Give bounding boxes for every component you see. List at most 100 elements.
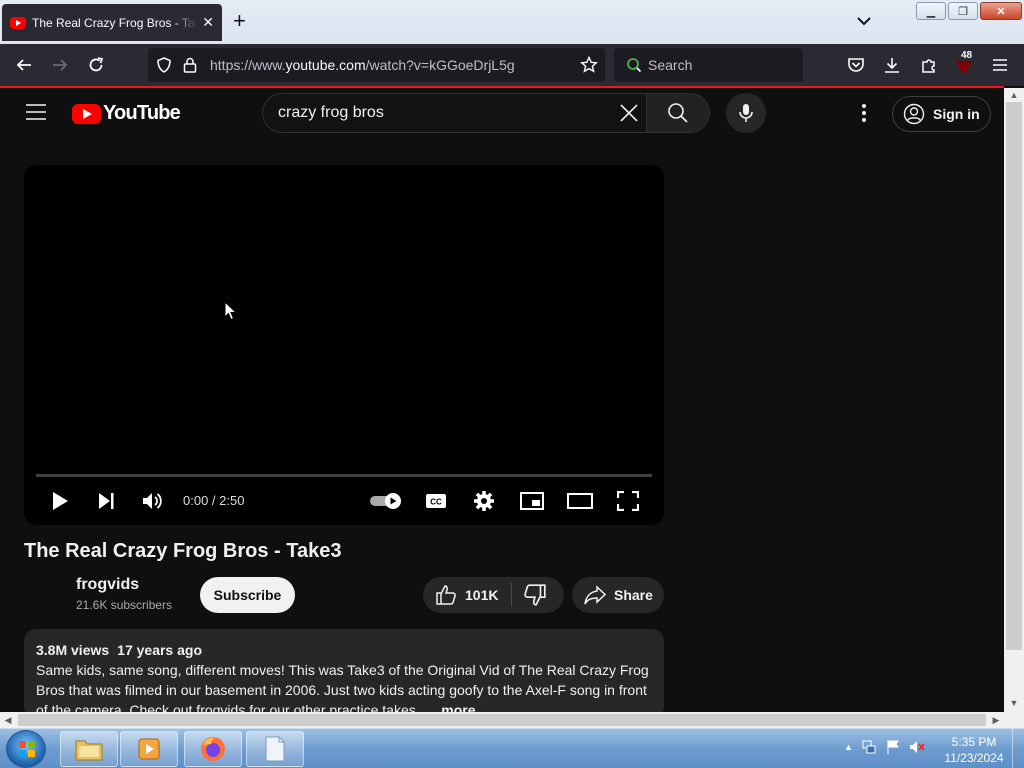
share-arrow-icon <box>584 585 606 605</box>
video-player[interactable]: 0:00 / 2:50 CC <box>24 165 664 525</box>
theater-mode-button[interactable] <box>565 487 595 515</box>
bookmark-star-icon[interactable] <box>580 56 598 74</box>
downloads-icon[interactable] <box>881 54 903 76</box>
firefox-icon <box>201 737 225 761</box>
like-button[interactable]: 101K <box>423 577 511 613</box>
like-count: 101K <box>465 587 499 603</box>
taskbar-firefox[interactable] <box>184 731 242 767</box>
volume-icon <box>143 493 162 509</box>
new-tab-icon[interactable]: + <box>233 9 246 33</box>
time-display: 0:00 / 2:50 <box>183 493 245 508</box>
clock-time: 5:35 PM <box>951 735 997 749</box>
guide-menu-icon[interactable] <box>26 104 46 120</box>
channel-avatar[interactable] <box>24 574 64 614</box>
mouse-cursor-icon <box>224 301 238 321</box>
system-tray: ▲ <box>844 739 925 755</box>
forward-icon[interactable] <box>49 54 71 76</box>
url-path: /watch?v=kGGoeDrjL5g <box>365 57 515 73</box>
horizontal-scroll-thumb[interactable] <box>18 714 986 726</box>
browser-search-placeholder: Search <box>648 57 693 73</box>
extensions-puzzle-icon[interactable] <box>918 54 940 76</box>
tab-close-icon[interactable]: ✕ <box>202 14 214 31</box>
settings-button[interactable] <box>470 487 498 515</box>
youtube-search-input[interactable] <box>278 104 598 122</box>
browser-search-bar[interactable]: Search <box>614 48 803 82</box>
list-all-tabs-icon[interactable] <box>855 12 873 30</box>
minimize-button[interactable]: ▁ <box>916 2 946 20</box>
miniplayer-icon <box>520 492 544 510</box>
account-circle-icon <box>903 103 925 125</box>
volume-muted-icon[interactable] <box>909 739 925 755</box>
show-desktop-button[interactable] <box>1012 729 1024 768</box>
youtube-masthead: YouTube Sign in <box>0 88 1004 140</box>
search-engine-icon <box>627 58 642 73</box>
address-bar[interactable]: https://www.youtube.com/watch?v=kGGoeDrj… <box>148 48 605 82</box>
search-icon <box>668 103 688 123</box>
upload-age: 17 years ago <box>117 642 202 658</box>
autoplay-toggle-icon <box>370 493 401 509</box>
youtube-logo-text: YouTube <box>103 102 181 124</box>
sign-in-button[interactable]: Sign in <box>892 96 991 132</box>
youtube-logo[interactable]: YouTube <box>72 102 181 125</box>
scroll-up-arrow-icon[interactable]: ▲ <box>1004 88 1024 102</box>
close-window-button[interactable]: ✕ <box>980 2 1022 20</box>
tracking-protection-shield-icon[interactable] <box>156 57 172 73</box>
clock-date: 11/23/2024 <box>944 751 1004 765</box>
url-text[interactable]: https://www.youtube.com/watch?v=kGGoeDrj… <box>210 57 515 73</box>
voice-search-button[interactable] <box>726 93 766 133</box>
scroll-left-arrow-icon[interactable]: ◀ <box>0 712 16 728</box>
restore-button[interactable]: ❐ <box>948 2 978 20</box>
vertical-scrollbar[interactable]: ▲ ▼ <box>1004 88 1024 712</box>
lock-icon[interactable] <box>182 56 198 74</box>
mute-button[interactable] <box>138 487 168 515</box>
settings-more-icon[interactable] <box>854 102 874 124</box>
subscribe-button[interactable]: Subscribe <box>200 577 295 613</box>
back-icon[interactable] <box>13 54 35 76</box>
clear-search-icon[interactable] <box>618 102 640 124</box>
share-button[interactable]: Share <box>572 577 664 613</box>
horizontal-scrollbar[interactable]: ◀ ▶ <box>0 712 1004 728</box>
play-button[interactable] <box>46 487 74 515</box>
windows-logo-icon <box>19 741 35 757</box>
taskbar-notepad[interactable] <box>246 731 304 767</box>
description-box[interactable]: 3.8M views 17 years ago Same kids, same s… <box>24 629 664 719</box>
thumbs-down-icon[interactable] <box>523 583 547 607</box>
closed-captions-icon: CC <box>426 494 446 508</box>
start-button[interactable] <box>6 730 46 768</box>
scroll-right-arrow-icon[interactable]: ▶ <box>988 712 1004 728</box>
play-icon <box>53 492 68 510</box>
browser-tab-active[interactable]: The Real Crazy Frog Bros - Take3 ✕ <box>2 4 222 41</box>
vertical-scroll-thumb[interactable] <box>1006 102 1022 650</box>
youtube-search-box[interactable] <box>262 93 646 133</box>
folder-icon <box>75 740 103 761</box>
system-clock[interactable]: 5:35 PM 11/23/2024 <box>944 734 1004 766</box>
browser-tab-strip: The Real Crazy Frog Bros - Take3 ✕ + ▁ ❐… <box>0 0 1024 44</box>
svg-text:CC: CC <box>430 498 442 507</box>
next-button[interactable] <box>92 487 120 515</box>
youtube-search-button[interactable] <box>646 93 710 133</box>
like-divider <box>511 583 512 607</box>
app-menu-icon[interactable] <box>989 54 1011 76</box>
view-count: 3.8M views <box>36 642 110 658</box>
network-icon[interactable] <box>861 739 877 755</box>
scroll-down-arrow-icon[interactable]: ▼ <box>1004 696 1024 710</box>
video-progress-bar[interactable] <box>36 474 652 477</box>
subtitles-button[interactable]: CC <box>422 487 450 515</box>
extension-badge-count: 48 <box>959 50 975 61</box>
reload-icon[interactable] <box>85 54 107 76</box>
autoplay-toggle[interactable] <box>368 487 404 515</box>
miniplayer-button[interactable] <box>518 487 546 515</box>
show-hidden-icons-icon[interactable]: ▲ <box>844 742 853 752</box>
thumbs-up-icon <box>436 585 456 605</box>
tab-title: The Real Crazy Frog Bros - Take3 <box>32 15 197 30</box>
taskbar-file-explorer[interactable] <box>60 731 118 767</box>
channel-name[interactable]: frogvids <box>76 576 139 594</box>
youtube-favicon-icon <box>10 16 26 29</box>
description-meta: 3.8M views 17 years ago <box>36 641 652 659</box>
taskbar-media-player[interactable] <box>120 731 178 767</box>
microphone-icon <box>739 104 753 122</box>
fullscreen-button[interactable] <box>614 487 642 515</box>
pocket-icon[interactable] <box>845 54 867 76</box>
action-center-flag-icon[interactable] <box>885 739 901 755</box>
fullscreen-icon <box>617 491 639 511</box>
